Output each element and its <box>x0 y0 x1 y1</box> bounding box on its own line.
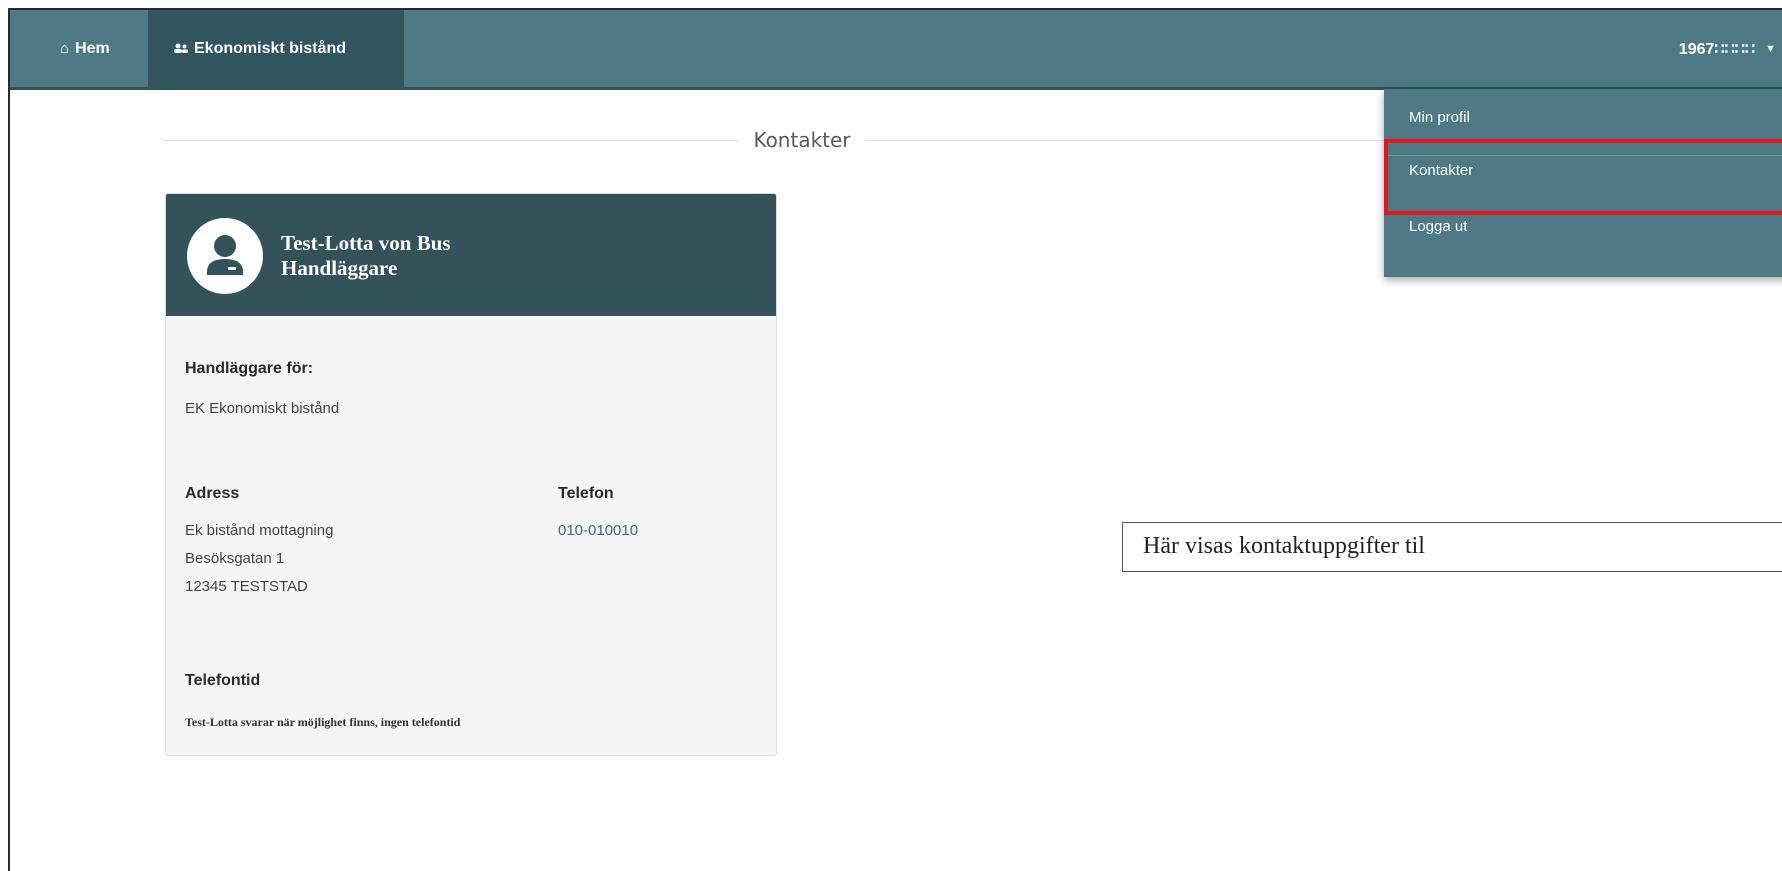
address-lines: Ek bistånd mottagning Besöksgatan 1 1234… <box>185 520 333 598</box>
nav-home-label: Hem <box>75 39 110 57</box>
people-icon <box>174 40 188 57</box>
address-line: Besöksgatan 1 <box>185 550 285 567</box>
phonetime-label: Telefontid <box>185 672 261 689</box>
nav-ek-label: Ekonomiskt bistånd <box>194 39 347 57</box>
caret-down-icon: ▼ <box>1765 42 1776 55</box>
phonetime-value: Test-Lotta svarar när möjlighet finns, i… <box>185 715 461 729</box>
app-frame: ⌂ Hem Ekonomiskt bistånd 1967∷∷∷∷ ▼ Kont… <box>8 8 1782 871</box>
annotation-callout: Här visas kontaktuppgifter til <box>1122 522 1782 572</box>
page-title: Kontakter <box>753 128 851 152</box>
phone-link[interactable]: 010-010010 <box>558 520 638 542</box>
home-icon: ⌂ <box>60 40 70 57</box>
user-menu-toggle[interactable]: 1967∷∷∷∷ ▼ <box>1679 10 1776 87</box>
handlaggare-for-label: Handläggare för: <box>185 360 314 377</box>
address-line: Ek bistånd mottagning <box>185 522 334 539</box>
menu-item-min-profil[interactable]: Min profil <box>1384 109 1782 126</box>
highlight-box <box>1384 139 1782 215</box>
contact-name: Test-Lotta von Bus <box>281 231 451 255</box>
user-avatar-icon <box>187 218 263 294</box>
divider <box>162 139 740 141</box>
nav-home[interactable]: ⌂ Hem <box>46 10 146 87</box>
address-label: Adress <box>185 485 240 502</box>
nav-ekonomiskt-bistand[interactable]: Ekonomiskt bistånd <box>148 10 404 87</box>
handlaggare-for-value: EK Ekonomiskt bistånd <box>185 400 340 417</box>
contact-card-header: Test-Lotta von Bus Handläggare <box>166 194 776 316</box>
contact-card: Test-Lotta von Bus Handläggare Handlägga… <box>165 193 777 756</box>
top-navbar: ⌂ Hem Ekonomiskt bistånd 1967∷∷∷∷ ▼ <box>10 10 1782 90</box>
divider <box>864 139 1442 141</box>
contact-name-block: Test-Lotta von Bus Handläggare <box>281 231 451 281</box>
phone-label: Telefon <box>558 485 614 502</box>
section-heading: Kontakter <box>162 128 1442 152</box>
contact-role: Handläggare <box>281 256 398 280</box>
address-line: 12345 TESTSTAD <box>185 578 308 595</box>
user-id-label: 1967∷∷∷∷ <box>1678 40 1756 58</box>
menu-item-logga-ut[interactable]: Logga ut <box>1384 218 1782 235</box>
